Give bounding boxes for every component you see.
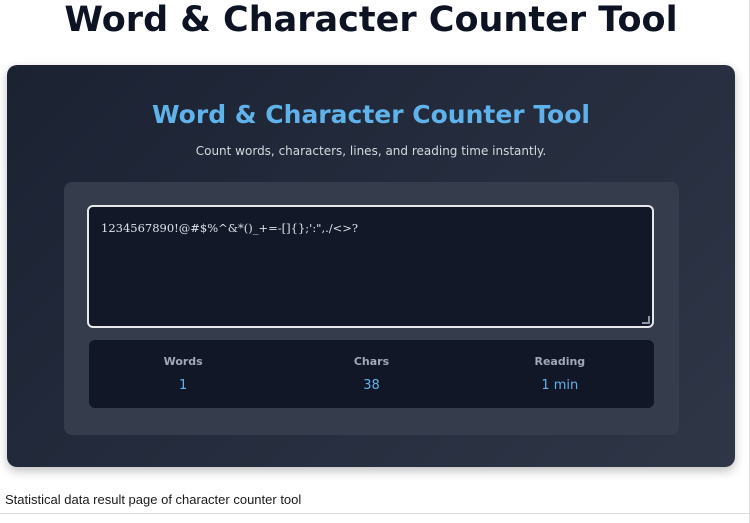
text-input-area[interactable]: 1234567890!@#$%^&*()_+=-[]{};':",./<>? — [87, 205, 654, 328]
page-heading: Word & Character Counter Tool — [64, 0, 678, 40]
stat-label: Chars — [353, 355, 390, 368]
stat-label: Reading — [534, 355, 586, 368]
text-input-value: 1234567890!@#$%^&*()_+=-[]{};':",./<>? — [101, 221, 359, 235]
stat-label: Words — [163, 355, 203, 368]
stat-value: 1 min — [541, 378, 579, 393]
stat-value: 38 — [363, 378, 380, 393]
stat-reading: Reading 1 min — [466, 340, 654, 408]
caption-divider — [0, 513, 750, 514]
counter-app-panel: Word & Character Counter Tool Count word… — [7, 65, 735, 467]
app-title: Word & Character Counter Tool — [152, 100, 590, 129]
stats-bar: Words 1 Chars 38 Reading 1 min — [89, 340, 654, 408]
resize-grip-icon[interactable] — [642, 316, 650, 324]
stat-words: Words 1 — [89, 340, 277, 408]
counter-card: 1234567890!@#$%^&*()_+=-[]{};':",./<>? W… — [64, 182, 679, 435]
figure-caption: Statistical data result page of characte… — [5, 492, 302, 507]
app-subtitle: Count words, characters, lines, and read… — [195, 144, 547, 158]
stat-chars: Chars 38 — [277, 340, 465, 408]
stat-value: 1 — [179, 378, 188, 393]
